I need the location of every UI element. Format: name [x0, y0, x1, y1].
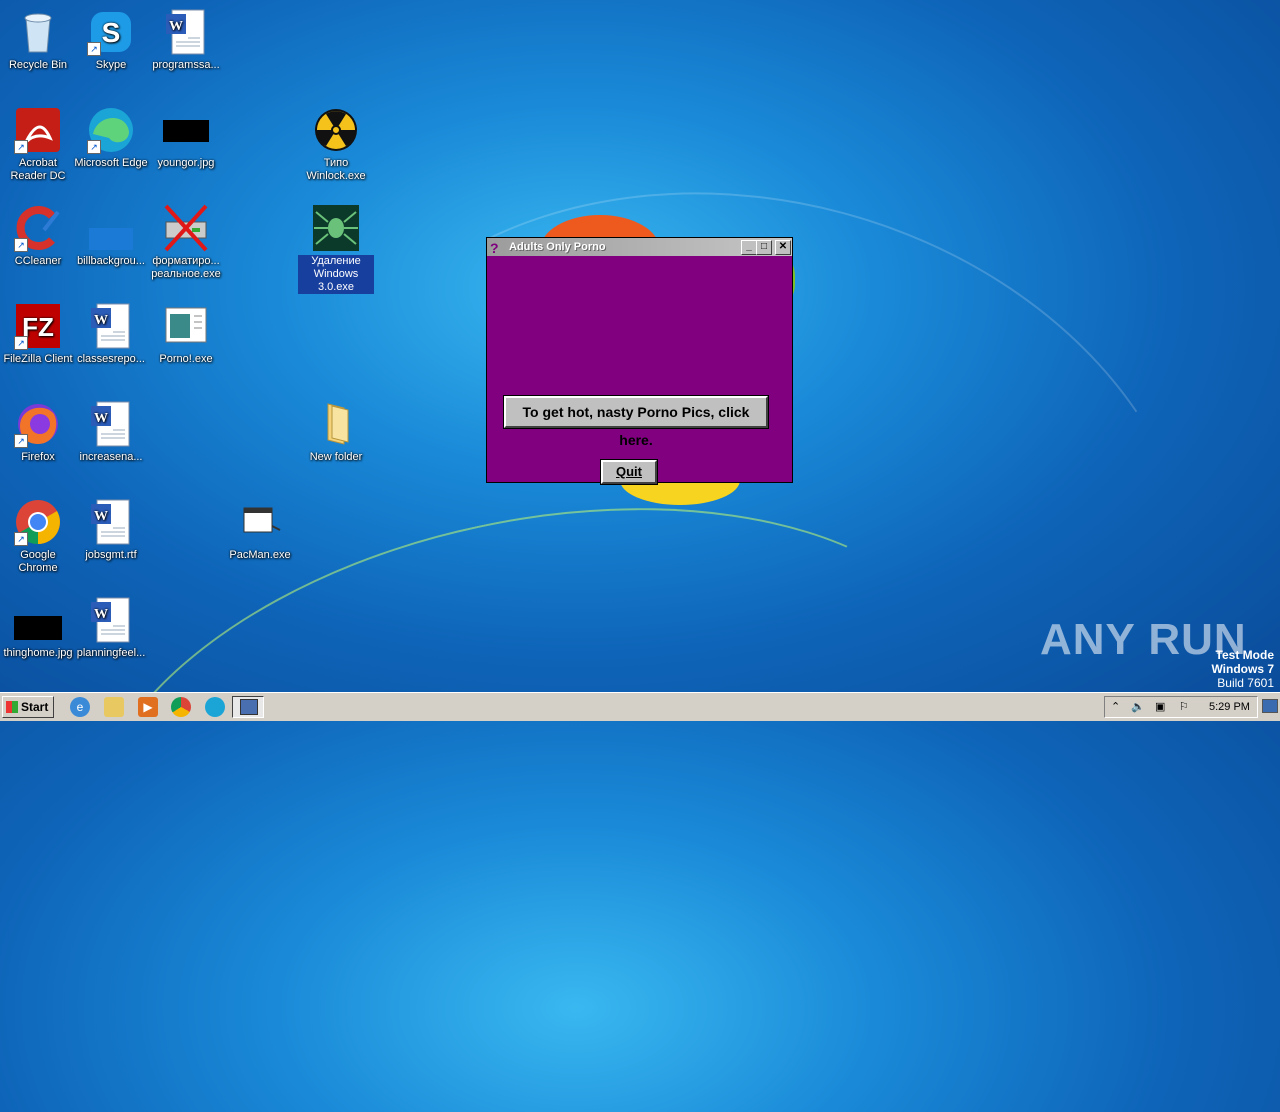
show-desktop-icon[interactable]: [1262, 699, 1278, 713]
volume-icon[interactable]: 🔈: [1131, 697, 1145, 717]
svg-text:W: W: [94, 411, 108, 426]
svg-text:W: W: [94, 607, 108, 622]
desktop-icon-uninstall-windows[interactable]: Удаление Windows 3.0.exe: [298, 204, 374, 294]
network-icon[interactable]: ▣: [1155, 697, 1165, 717]
porno-pics-button[interactable]: To get hot, nasty Porno Pics, click here…: [503, 395, 769, 448]
image-file-icon: [87, 204, 135, 252]
window-app-icon: [162, 302, 210, 350]
desktop-icon-programssa[interactable]: W programssa...: [148, 8, 224, 72]
minimize-button[interactable]: _: [741, 240, 757, 255]
close-button[interactable]: ✕: [775, 240, 791, 255]
desktop-icon-filezilla[interactable]: FZ ↗ FileZilla Client: [0, 302, 76, 366]
desktop-icon-recycle-bin[interactable]: Recycle Bin: [0, 8, 76, 72]
svg-text:W: W: [94, 313, 108, 328]
chrome-taskbar-icon[interactable]: [171, 697, 191, 717]
chrome-icon: ↗: [14, 498, 62, 546]
word-document-icon: W: [162, 8, 210, 56]
svg-text:W: W: [94, 509, 108, 524]
os-name-line: Windows 7: [1211, 662, 1274, 676]
desktop-icon-skype[interactable]: S ↗ Skype: [73, 8, 149, 72]
desktop-icon-format-exe[interactable]: форматиро... реальное.exe: [148, 204, 224, 281]
window-app-icon: [236, 498, 284, 546]
recycle-bin-icon: [14, 8, 62, 56]
question-mark-icon: ?: [490, 240, 499, 256]
app-window-icon: [240, 699, 258, 715]
filezilla-icon: FZ ↗: [14, 302, 62, 350]
desktop-icon-firefox[interactable]: ↗ Firefox: [0, 400, 76, 464]
desktop-icon-porno-exe[interactable]: Porno!.exe: [148, 302, 224, 366]
desktop-icon-jobsgmt[interactable]: W jobsgmt.rtf: [73, 498, 149, 562]
test-mode-notice: Test Mode Windows 7 Build 7601: [1211, 648, 1274, 690]
desktop-icon-planningfeel[interactable]: W planningfeel...: [73, 596, 149, 660]
show-hidden-icons-icon[interactable]: ⌃: [1111, 697, 1120, 717]
word-document-icon: W: [87, 596, 135, 644]
windows-logo-icon: [6, 701, 18, 713]
desktop-icon-billbackground[interactable]: billbackgrou...: [73, 204, 149, 268]
skype-icon: S ↗: [87, 8, 135, 56]
image-file-icon: [14, 596, 62, 644]
ccleaner-icon: ↗: [14, 204, 62, 252]
acrobat-icon: ↗: [14, 106, 62, 154]
desktop-icon-thinghome[interactable]: thinghome.jpg: [0, 596, 76, 660]
clock[interactable]: 5:29 PM: [1209, 697, 1250, 717]
word-document-icon: W: [87, 498, 135, 546]
svg-text:S: S: [102, 17, 121, 48]
desktop-icon-youngor[interactable]: youngor.jpg: [148, 106, 224, 170]
desktop-icon-increasena[interactable]: W increasena...: [73, 400, 149, 464]
folder-icon: [312, 400, 360, 448]
radiation-icon: [312, 106, 360, 154]
explorer-folder-icon[interactable]: [104, 697, 124, 717]
dialog-title: Adults Only Porno: [509, 241, 606, 253]
spider-icon: [312, 204, 360, 252]
internet-explorer-icon[interactable]: e: [70, 697, 90, 717]
desktop-icon-classesrepo[interactable]: W classesrepo...: [73, 302, 149, 366]
desktop-icon-edge[interactable]: ↗ Microsoft Edge: [73, 106, 149, 170]
edge-taskbar-icon[interactable]: [205, 697, 225, 717]
word-document-icon: W: [87, 400, 135, 448]
adult-popup-dialog: ? Adults Only Porno _ □ ✕ To get hot, na…: [486, 237, 793, 485]
quit-button[interactable]: Quit: [600, 459, 658, 485]
svg-text:W: W: [169, 19, 183, 34]
image-file-icon: [162, 106, 210, 154]
start-button[interactable]: Start: [2, 696, 54, 718]
desktop-icon-pacman[interactable]: PacMan.exe: [222, 498, 298, 562]
drive-format-icon: [162, 204, 210, 252]
dialog-body: To get hot, nasty Porno Pics, click here…: [487, 256, 792, 485]
edge-icon: ↗: [87, 106, 135, 154]
firefox-icon: ↗: [14, 400, 62, 448]
desktop-icon-acrobat[interactable]: ↗ Acrobat Reader DC: [0, 106, 76, 183]
system-tray: ⌃ 🔈 ▣ ⚐ 5:29 PM: [1104, 696, 1258, 718]
taskbar-dialog-button[interactable]: [232, 696, 264, 718]
dialog-title-bar[interactable]: ? Adults Only Porno _ □ ✕: [487, 238, 792, 256]
test-mode-line: Test Mode: [1215, 648, 1274, 662]
word-document-icon: W: [87, 302, 135, 350]
taskbar: Start e ▶ ⌃ 🔈 ▣ ⚐ 5:29 PM: [0, 692, 1280, 721]
media-player-icon[interactable]: ▶: [138, 697, 158, 717]
action-center-flag-icon[interactable]: ⚐: [1179, 697, 1189, 717]
desktop-icon-winlock[interactable]: Типо Winlock.exe: [298, 106, 374, 183]
desktop-icon-ccleaner[interactable]: ↗ CCleaner: [0, 204, 76, 268]
maximize-button[interactable]: □: [756, 240, 772, 255]
start-label: Start: [21, 700, 49, 714]
build-line: Build 7601: [1217, 676, 1274, 690]
desktop-icon-new-folder[interactable]: New folder: [298, 400, 374, 464]
desktop-icon-chrome[interactable]: ↗ Google Chrome: [0, 498, 76, 575]
